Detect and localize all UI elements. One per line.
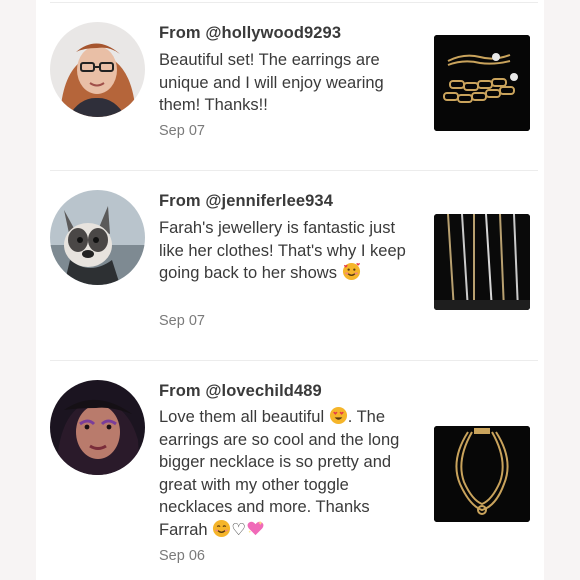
reviews-panel: From @hollywood9293 Beautiful set! The e…: [36, 0, 544, 580]
reviewer-avatar[interactable]: [50, 22, 145, 117]
review-author[interactable]: From @lovechild489: [159, 382, 322, 401]
divider: [50, 170, 538, 171]
review-date: Sep 07: [159, 313, 205, 329]
divider: [50, 2, 538, 3]
necklaces-display-icon: [434, 214, 530, 310]
reviewer-avatar[interactable]: [50, 380, 145, 475]
smiling-face-with-hearts-icon: [342, 262, 361, 281]
chain-bracelets-icon: [434, 35, 530, 131]
french-bulldog-avatar-icon: [50, 190, 145, 285]
woman-avatar-icon: [50, 22, 145, 117]
review-text-part-b: . The earrings are so cool and the long …: [159, 408, 400, 539]
review-date: Sep 07: [159, 123, 205, 139]
woman-purple-avatar-icon: [50, 380, 145, 475]
toggle-necklace-icon: [434, 426, 530, 522]
heart-eyes-icon: [329, 406, 348, 425]
review-text: Love them all beautiful . The earrings a…: [159, 406, 419, 541]
product-thumbnail[interactable]: [434, 35, 530, 131]
review-text: Farah's jewellery is fantastic just like…: [159, 217, 419, 285]
review-author[interactable]: From @hollywood9293: [159, 24, 341, 43]
white-heart-icon: ♡: [231, 520, 246, 539]
divider: [50, 360, 538, 361]
product-thumbnail[interactable]: [434, 426, 530, 522]
review-text-content: Farah's jewellery is fantastic just like…: [159, 219, 406, 282]
product-thumbnail[interactable]: [434, 214, 530, 310]
review-author[interactable]: From @jenniferlee934: [159, 192, 333, 211]
reviewer-avatar[interactable]: [50, 190, 145, 285]
review-text-part-a: Love them all beautiful: [159, 408, 329, 426]
smiling-face-icon: [212, 519, 231, 538]
review-date: Sep 06: [159, 548, 205, 564]
sparkling-heart-icon: [246, 519, 265, 538]
review-text: Beautiful set! The earrings are unique a…: [159, 51, 384, 114]
